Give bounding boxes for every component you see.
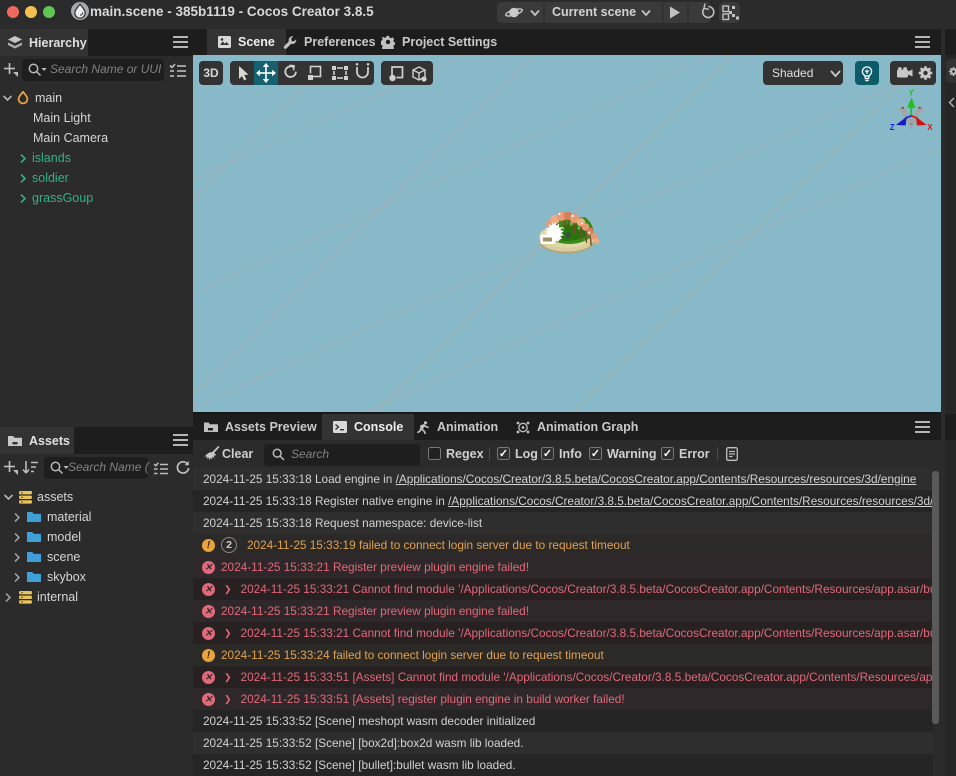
- svg-text:Z: Z: [890, 123, 895, 132]
- svg-text:X: X: [927, 123, 933, 132]
